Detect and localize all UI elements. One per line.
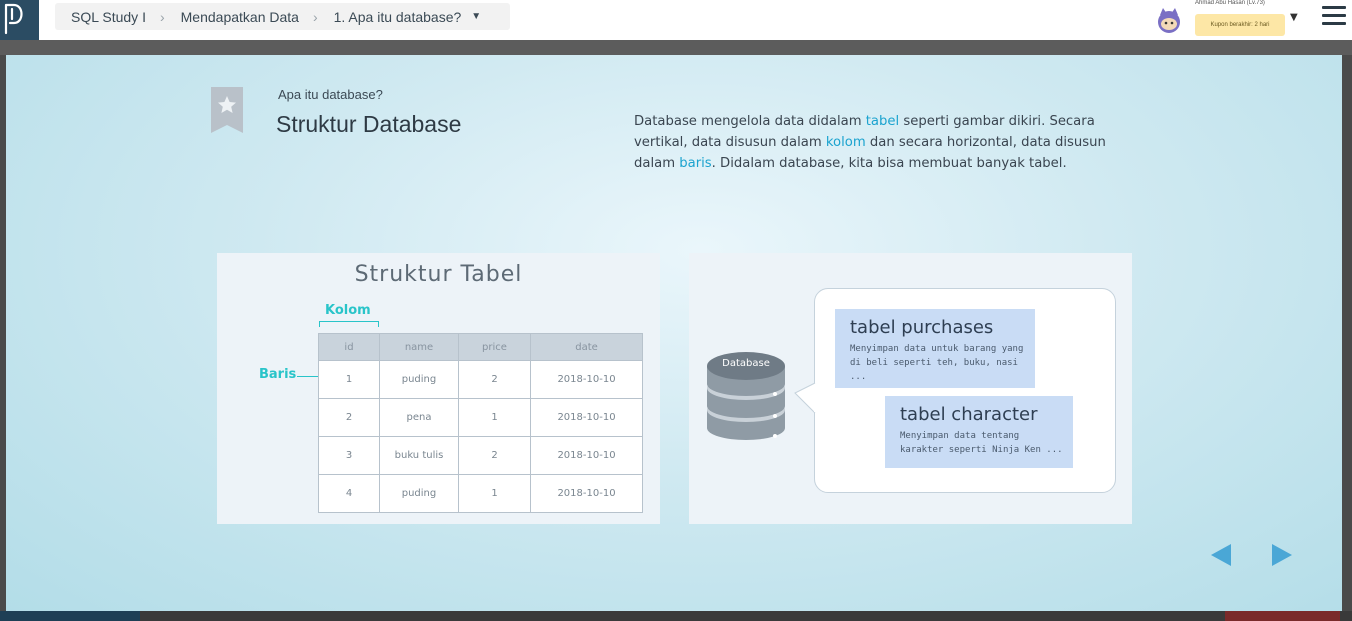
slide-modal: Apa itu database? Struktur Database Data… <box>6 55 1342 611</box>
top-bar: SQL Study I › Mendapatkan Data › 1. Apa … <box>0 0 1352 40</box>
menu-icon-bar <box>1322 14 1346 17</box>
table-cell: puding <box>379 360 459 399</box>
database-figure: Database tabel purchases Menyimpan data … <box>689 253 1132 524</box>
coupon-badge: Kupon berakhir: 2 hari <box>1195 14 1285 36</box>
table-cell: 2018-10-10 <box>530 474 643 513</box>
table-cell: 2 <box>458 436 531 475</box>
figure-title: Struktur Tabel <box>354 262 523 287</box>
card-title: tabel character <box>900 404 1038 425</box>
card-description: Menyimpan data untuk barang yang di beli… <box>850 342 1025 384</box>
table-card-purchases: tabel purchases Menyimpan data untuk bar… <box>835 309 1035 388</box>
database-label: Database <box>722 358 770 369</box>
chevron-right-icon: › <box>159 8 165 25</box>
backdrop-bottom-left <box>0 611 140 621</box>
desc-text: . Didalam database, kita bisa membuat ba… <box>711 156 1067 171</box>
table-cell: puding <box>379 474 459 513</box>
user-name: Ahmad Abu Hasan (Lv.73) <box>1195 0 1265 6</box>
backdrop <box>0 40 1352 55</box>
chevron-right-icon: › <box>312 8 318 25</box>
table-cell: 2018-10-10 <box>530 398 643 437</box>
card-desc-line: Menyimpan data tentang <box>900 431 1020 441</box>
card-desc-line: karakter seperti Ninja Ken ... <box>900 445 1063 455</box>
table-cell: 2 <box>318 398 380 437</box>
table-header: name <box>379 333 459 361</box>
kolom-label: Kolom <box>325 303 371 318</box>
table-row: 2 pena 1 2018-10-10 <box>318 398 643 437</box>
table-cell: 1 <box>458 474 531 513</box>
card-desc-line: di beli seperti teh, buku, nasi ... <box>850 358 1018 382</box>
avatar-icon[interactable] <box>1154 5 1184 35</box>
table-row: 3 buku tulis 2 2018-10-10 <box>318 436 643 475</box>
table-header: price <box>458 333 531 361</box>
breadcrumb-course[interactable]: SQL Study I <box>55 9 146 25</box>
table-row: 4 puding 1 2018-10-10 <box>318 474 643 513</box>
speech-bubble-tail <box>794 382 819 414</box>
example-table: id name price date 1 puding 2 2018-10-10… <box>318 333 643 513</box>
arrow-right-icon[interactable] <box>1270 543 1294 571</box>
baris-connector <box>297 376 318 377</box>
table-cell: 2 <box>458 360 531 399</box>
logo-icon[interactable] <box>0 0 39 40</box>
bookmark-star-icon[interactable] <box>211 87 243 137</box>
desc-highlight-baris: baris <box>679 156 712 171</box>
table-header: date <box>530 333 643 361</box>
slide-title: Struktur Database <box>276 111 462 137</box>
slide-subtitle: Apa itu database? <box>278 87 383 102</box>
table-cell: 3 <box>318 436 380 475</box>
table-header: id <box>318 333 380 361</box>
caret-down-icon[interactable]: ▼ <box>461 11 481 22</box>
card-title: tabel purchases <box>850 317 994 338</box>
card-description: Menyimpan data tentang karakter seperti … <box>900 429 1063 457</box>
table-cell: 2018-10-10 <box>530 360 643 399</box>
card-desc-line: Menyimpan data untuk barang yang <box>850 344 1024 354</box>
baris-label: Baris <box>259 367 297 382</box>
table-card-character: tabel character Menyimpan data tentang k… <box>885 396 1073 468</box>
backdrop-bottom-right <box>1225 611 1340 621</box>
table-cell: buku tulis <box>379 436 459 475</box>
arrow-left-icon[interactable] <box>1209 543 1233 571</box>
table-cell: 1 <box>458 398 531 437</box>
desc-highlight-kolom: kolom <box>825 135 866 150</box>
desc-highlight-tabel: tabel <box>865 114 900 129</box>
menu-icon-bar <box>1322 6 1346 9</box>
caret-down-icon[interactable]: ▼ <box>1290 12 1298 23</box>
table-row: 1 puding 2 2018-10-10 <box>318 360 643 399</box>
table-cell: 4 <box>318 474 380 513</box>
table-cell: pena <box>379 398 459 437</box>
table-structure-figure: Struktur Tabel Kolom Baris id name price… <box>217 253 660 524</box>
backdrop-bottom <box>0 611 1352 621</box>
menu-icon-bar <box>1322 22 1346 25</box>
breadcrumb: SQL Study I › Mendapatkan Data › 1. Apa … <box>55 3 510 30</box>
table-cell: 2018-10-10 <box>530 436 643 475</box>
breadcrumb-chapter[interactable]: Mendapatkan Data <box>165 9 299 25</box>
table-cell: 1 <box>318 360 380 399</box>
breadcrumb-lesson[interactable]: 1. Apa itu database? <box>318 9 462 25</box>
menu-icon[interactable] <box>1322 6 1346 28</box>
desc-text: Database mengelola data didalam <box>634 114 866 129</box>
slide-description: Database mengelola data didalam tabel se… <box>634 111 1134 174</box>
kolom-bracket <box>319 321 379 327</box>
